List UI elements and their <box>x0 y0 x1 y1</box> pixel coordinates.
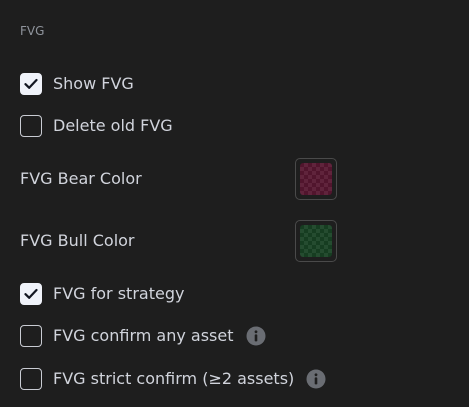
delete-old-fvg-option[interactable]: Delete old FVG <box>20 114 173 138</box>
checkmark-icon <box>24 288 38 299</box>
fvg-for-strategy-option[interactable]: FVG for strategy <box>20 282 184 306</box>
fvg-strict-confirm-label: FVG strict confirm (≥2 assets) <box>53 369 295 388</box>
delete-old-fvg-checkbox[interactable] <box>20 115 42 137</box>
fvg-strict-confirm-checkbox[interactable] <box>20 368 42 390</box>
fvg-bull-color-fill <box>300 225 332 257</box>
info-icon[interactable] <box>306 369 326 389</box>
fvg-bear-color-label: FVG Bear Color <box>20 169 142 188</box>
fvg-bull-color-label: FVG Bull Color <box>20 231 135 250</box>
show-fvg-option[interactable]: Show FVG <box>20 72 134 96</box>
fvg-for-strategy-label: FVG for strategy <box>53 284 185 303</box>
fvg-confirm-any-asset-option[interactable]: FVG confirm any asset <box>20 324 266 348</box>
fvg-confirm-any-asset-label: FVG confirm any asset <box>53 326 234 345</box>
fvg-bear-color-swatch[interactable] <box>295 158 337 200</box>
delete-old-fvg-label: Delete old FVG <box>53 116 173 135</box>
fvg-strict-confirm-option[interactable]: FVG strict confirm (≥2 assets) <box>20 367 326 391</box>
fvg-for-strategy-checkbox[interactable] <box>20 283 42 305</box>
section-title: FVG <box>20 24 45 38</box>
fvg-bear-color-fill <box>300 163 332 195</box>
checkmark-icon <box>24 78 38 89</box>
fvg-confirm-any-asset-checkbox[interactable] <box>20 325 42 347</box>
show-fvg-checkbox[interactable] <box>20 73 42 95</box>
info-icon[interactable] <box>246 326 266 346</box>
fvg-bull-color-swatch[interactable] <box>295 220 337 262</box>
show-fvg-label: Show FVG <box>53 74 134 93</box>
